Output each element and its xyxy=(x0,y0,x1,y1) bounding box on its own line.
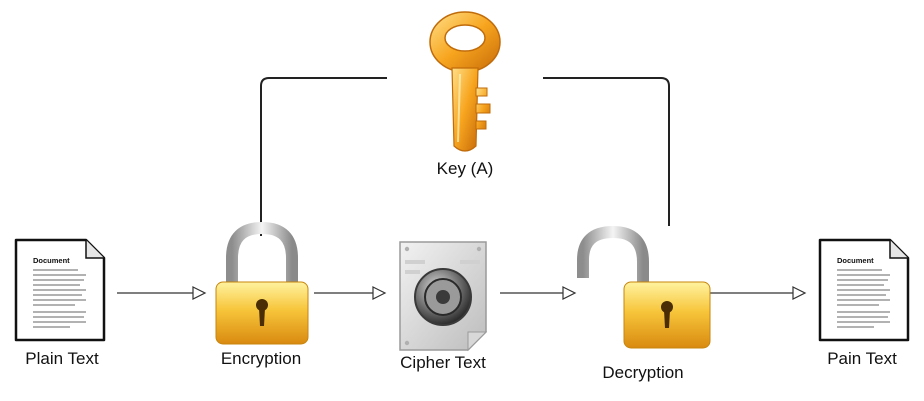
encryption-diagram: Document Document Key (A) Plain Text Enc… xyxy=(0,0,924,401)
plain-text-label: Plain Text xyxy=(25,349,99,368)
key-icon xyxy=(429,11,501,152)
closed-padlock-icon xyxy=(215,221,309,345)
key-label: Key (A) xyxy=(436,159,494,178)
diagram-canvas: Document Document xyxy=(14,11,910,352)
edge-key-to-decryption xyxy=(543,77,670,226)
cipher-text-safe-icon xyxy=(399,241,488,352)
document-title: Document xyxy=(33,256,70,265)
edge-decryption-to-output xyxy=(710,286,807,300)
output-text-label: Pain Text xyxy=(827,349,897,368)
open-padlock-icon xyxy=(577,225,711,349)
edge-plain-to-encryption xyxy=(117,286,207,300)
edge-encryption-to-cipher xyxy=(314,286,387,300)
output-document-icon: Document xyxy=(818,238,910,342)
cipher-text-label: Cipher Text xyxy=(400,353,486,372)
edge-key-to-encryption xyxy=(260,77,387,236)
encryption-label: Encryption xyxy=(220,349,302,368)
decryption-label: Decryption xyxy=(602,363,684,382)
document-title: Document xyxy=(837,256,874,265)
edge-cipher-to-decryption xyxy=(500,286,577,300)
plain-text-document-icon: Document xyxy=(14,238,106,342)
